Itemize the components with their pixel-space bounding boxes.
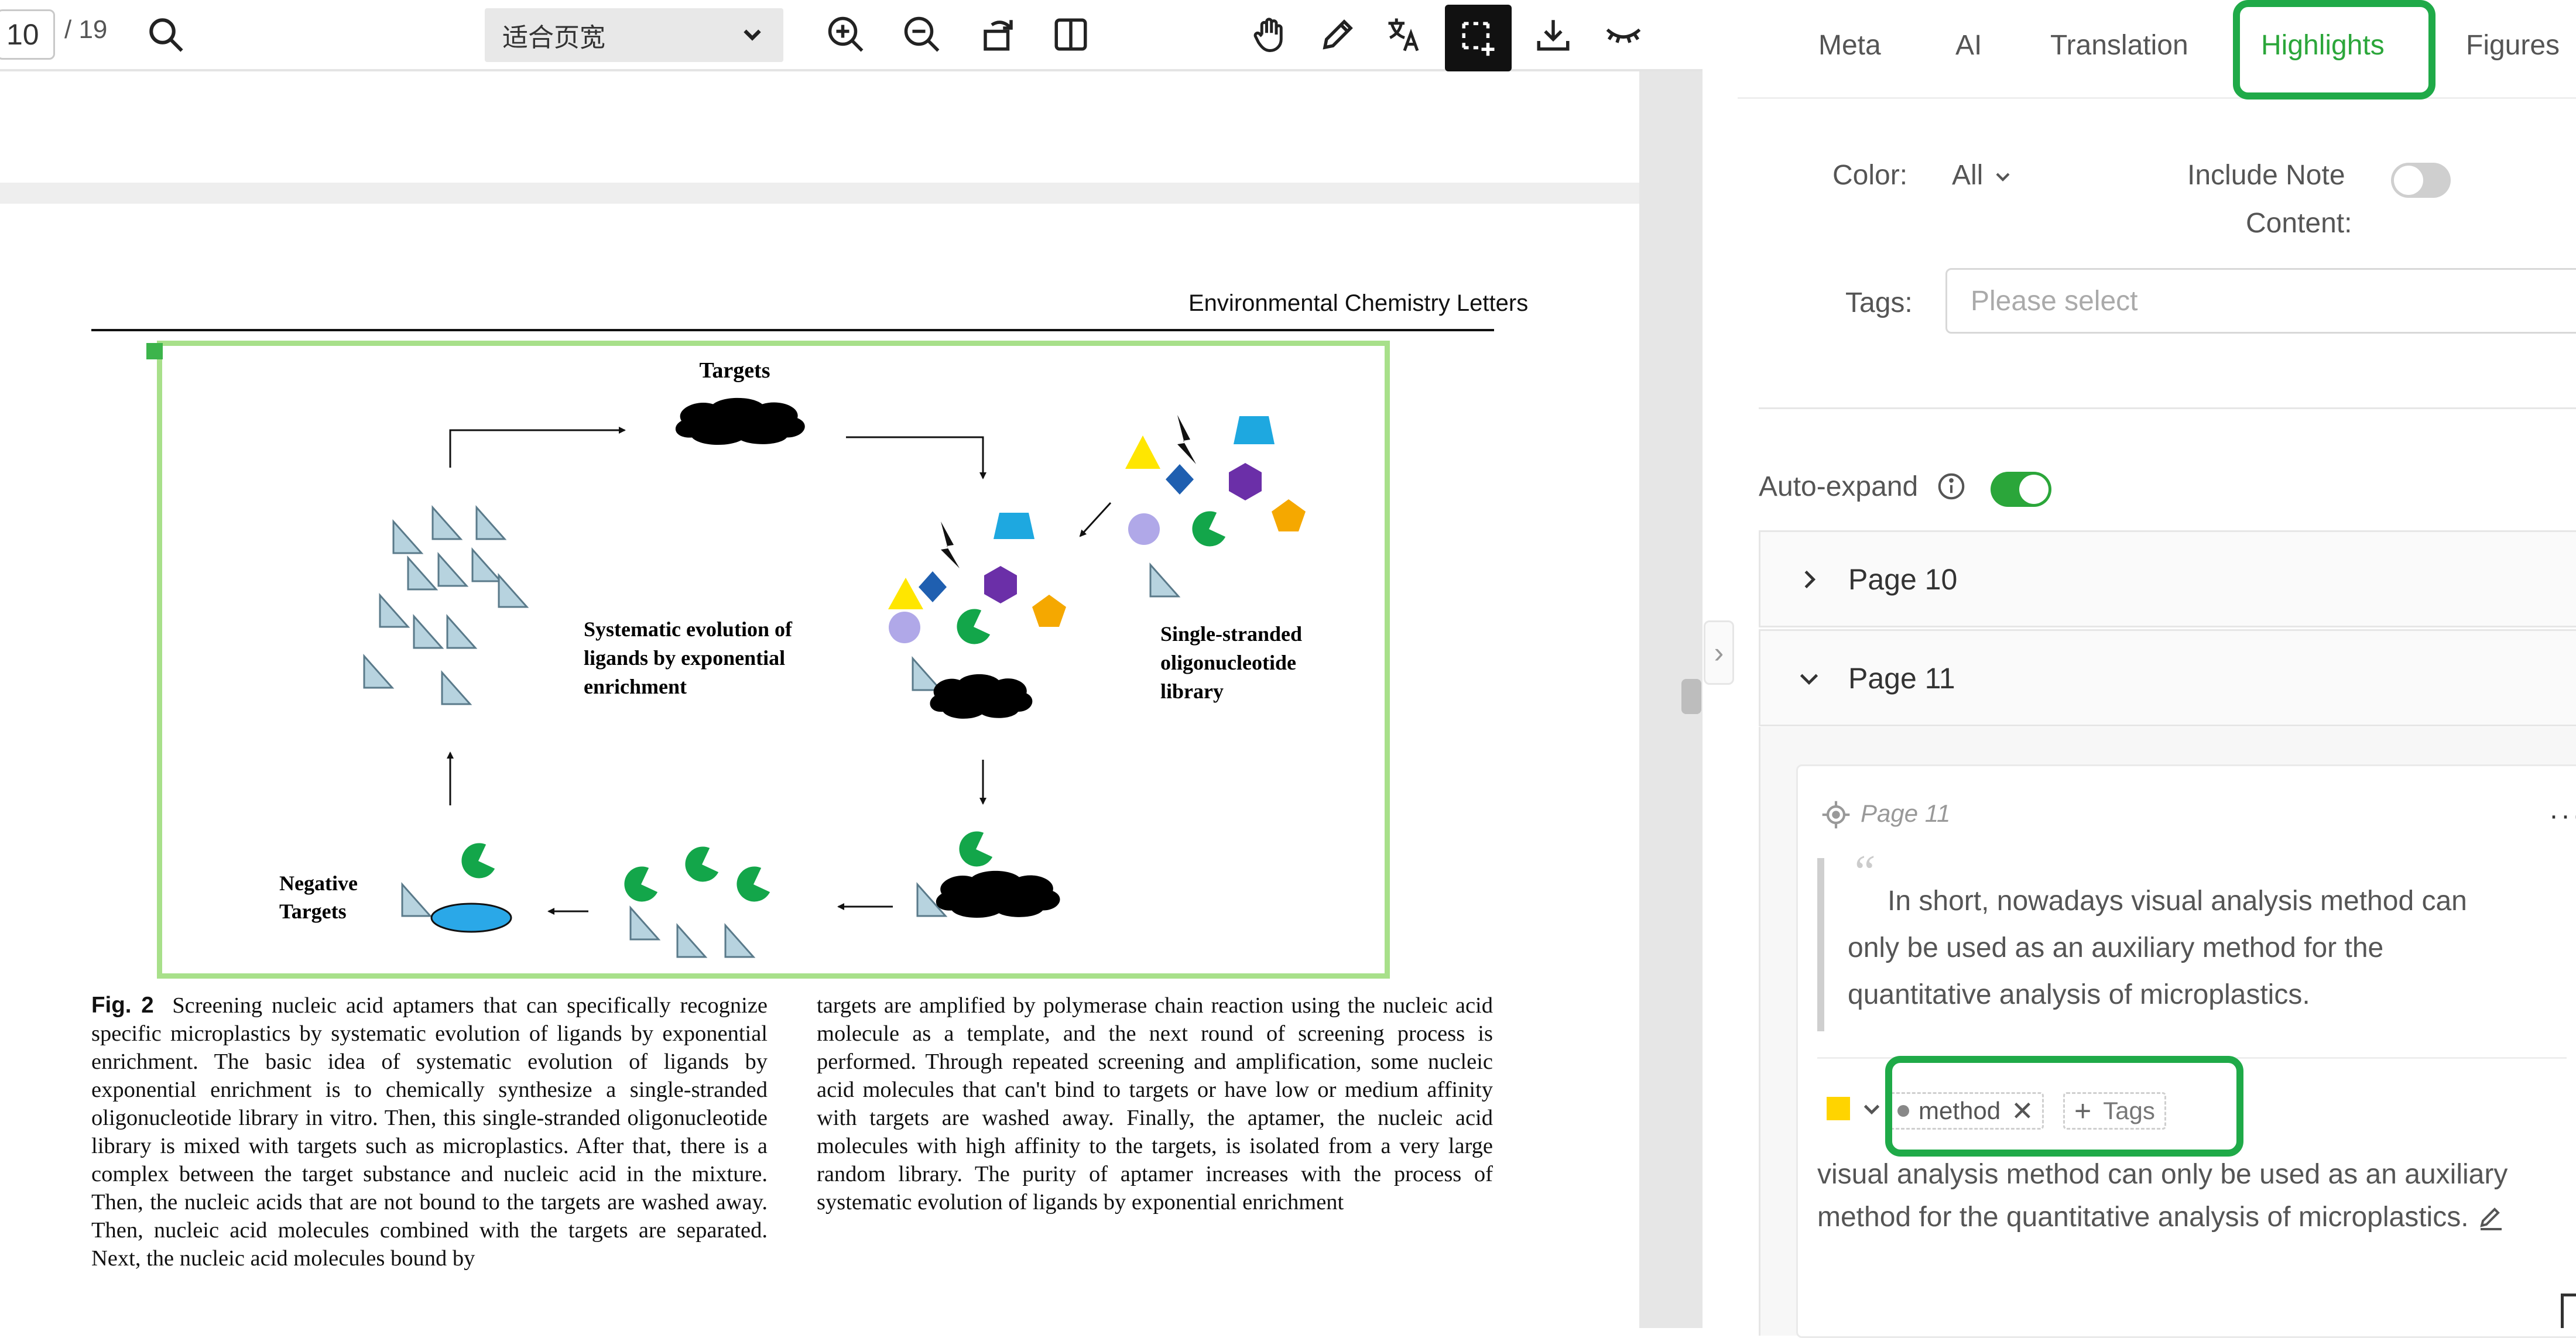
figure-caption-label: Fig. 2: [91, 993, 154, 1018]
scrollbar-thumb[interactable]: [1681, 679, 1701, 714]
zoom-in-icon[interactable]: [820, 8, 872, 61]
highlight-page-label: Page 11: [1861, 800, 1951, 827]
translate-icon[interactable]: [1378, 8, 1431, 61]
section-divider: [1759, 407, 2576, 409]
download-icon[interactable]: [1527, 8, 1580, 61]
accordion-label: Page 11: [1848, 662, 1955, 695]
selex-label-line-2: ligands by exponential: [584, 646, 785, 670]
include-note-label-line-2: Content:: [2246, 208, 2352, 239]
tags-annotation-box: [1885, 1056, 2243, 1157]
color-filter-label: Color:: [1832, 160, 1908, 191]
library-label-line-1: Single-stranded: [1160, 622, 1302, 646]
collapse-sidebar-button[interactable]: ›: [1704, 620, 1734, 685]
tab-ai[interactable]: AI: [1955, 29, 1982, 61]
tab-annotation-box: [2233, 0, 2435, 100]
pdf-toolbar: 10 / 19 适合页宽: [0, 0, 1703, 71]
quote-bar: [1817, 858, 1824, 1031]
color-filter-value: All: [1952, 160, 1984, 191]
page-separator: [0, 183, 1639, 204]
accordion-label: Page 10: [1848, 563, 1958, 596]
tab-figures[interactable]: Figures: [2466, 29, 2560, 61]
rotate-icon[interactable]: [972, 8, 1025, 61]
eye-closed-icon[interactable]: [1597, 8, 1650, 61]
negative-targets-line-1: Negative: [279, 872, 358, 895]
search-icon[interactable]: [139, 8, 192, 61]
highlight-color-swatch[interactable]: [1827, 1097, 1850, 1120]
zoom-out-icon[interactable]: [896, 8, 948, 61]
chevron-down-icon: [744, 29, 761, 41]
page-total: / 19: [64, 15, 108, 44]
area-select-icon[interactable]: [1445, 5, 1512, 71]
highlight-quote: In short, nowadays visual analysis metho…: [1848, 886, 2467, 1010]
library-label-line-2: oligonucleotide: [1160, 651, 1296, 674]
accordion-page-11[interactable]: Page 11: [1759, 629, 2576, 726]
two-page-icon[interactable]: [1044, 8, 1097, 61]
include-note-toggle[interactable]: [2391, 163, 2451, 198]
more-options-icon[interactable]: ···: [2549, 800, 2576, 832]
hand-icon[interactable]: [1244, 8, 1296, 61]
tags-filter-label: Tags:: [1845, 287, 1913, 318]
chevron-down-icon: [1996, 173, 2010, 182]
figure-caption-right: targets are amplified by polymerase chai…: [817, 993, 1493, 1215]
pencil-icon[interactable]: [1311, 8, 1364, 61]
targets-label: Targets: [699, 358, 770, 383]
locate-icon[interactable]: [1820, 798, 1852, 831]
sidebar-tabs: Meta AI Translation Highlights Figures: [1738, 0, 2576, 100]
tags-filter-select[interactable]: Please select: [1945, 268, 2576, 334]
figure-caption-left: Fig. 2 Screening nucleic acid aptamers t…: [91, 992, 768, 1272]
accordion-page-10[interactable]: Page 10: [1759, 530, 2576, 627]
pdf-viewer: 10 / 19 适合页宽 Environmental Chemistry Let…: [0, 0, 1703, 1328]
header-rule: [91, 329, 1494, 331]
library-label-line-3: library: [1160, 680, 1224, 703]
auto-expand-toggle[interactable]: [1991, 472, 2051, 507]
selex-label-line-1: Systematic evolution of: [584, 617, 793, 641]
auto-expand-label: Auto-expand: [1759, 471, 1919, 502]
page-number-input[interactable]: 10: [0, 9, 55, 60]
edit-icon[interactable]: [2477, 1205, 2505, 1233]
negative-targets-line-2: Targets: [279, 900, 347, 923]
chevron-down-icon[interactable]: [1858, 1096, 1885, 1123]
figure-caption-left-text: Screening nucleic acid aptamers that can…: [91, 993, 768, 1271]
highlight-card: [1796, 764, 2576, 1338]
selex-label-line-3: enrichment: [584, 675, 687, 698]
highlight-note-text: visual analysis method can only be used …: [1817, 1159, 2508, 1233]
chevron-down-icon: [1800, 674, 1818, 685]
zoom-select[interactable]: 适合页宽: [485, 8, 783, 62]
chevron-right-icon: [1804, 570, 1816, 589]
tab-translation[interactable]: Translation: [2050, 29, 2188, 61]
selex-figure: Targets Systematic evolution of ligands …: [279, 358, 1306, 958]
highlight-note: visual analysis method can only be used …: [1817, 1153, 2508, 1238]
resize-corner: [2561, 1294, 2576, 1328]
color-filter-select[interactable]: All: [1952, 159, 2015, 191]
info-icon[interactable]: [1936, 471, 1967, 502]
journal-header: Environmental Chemistry Letters: [1188, 290, 1529, 316]
annotation-flag-icon[interactable]: [146, 343, 163, 359]
tab-meta[interactable]: Meta: [1818, 29, 1881, 61]
zoom-select-value: 适合页宽: [502, 23, 605, 52]
include-note-label-line-1: Include Note: [2187, 160, 2345, 191]
